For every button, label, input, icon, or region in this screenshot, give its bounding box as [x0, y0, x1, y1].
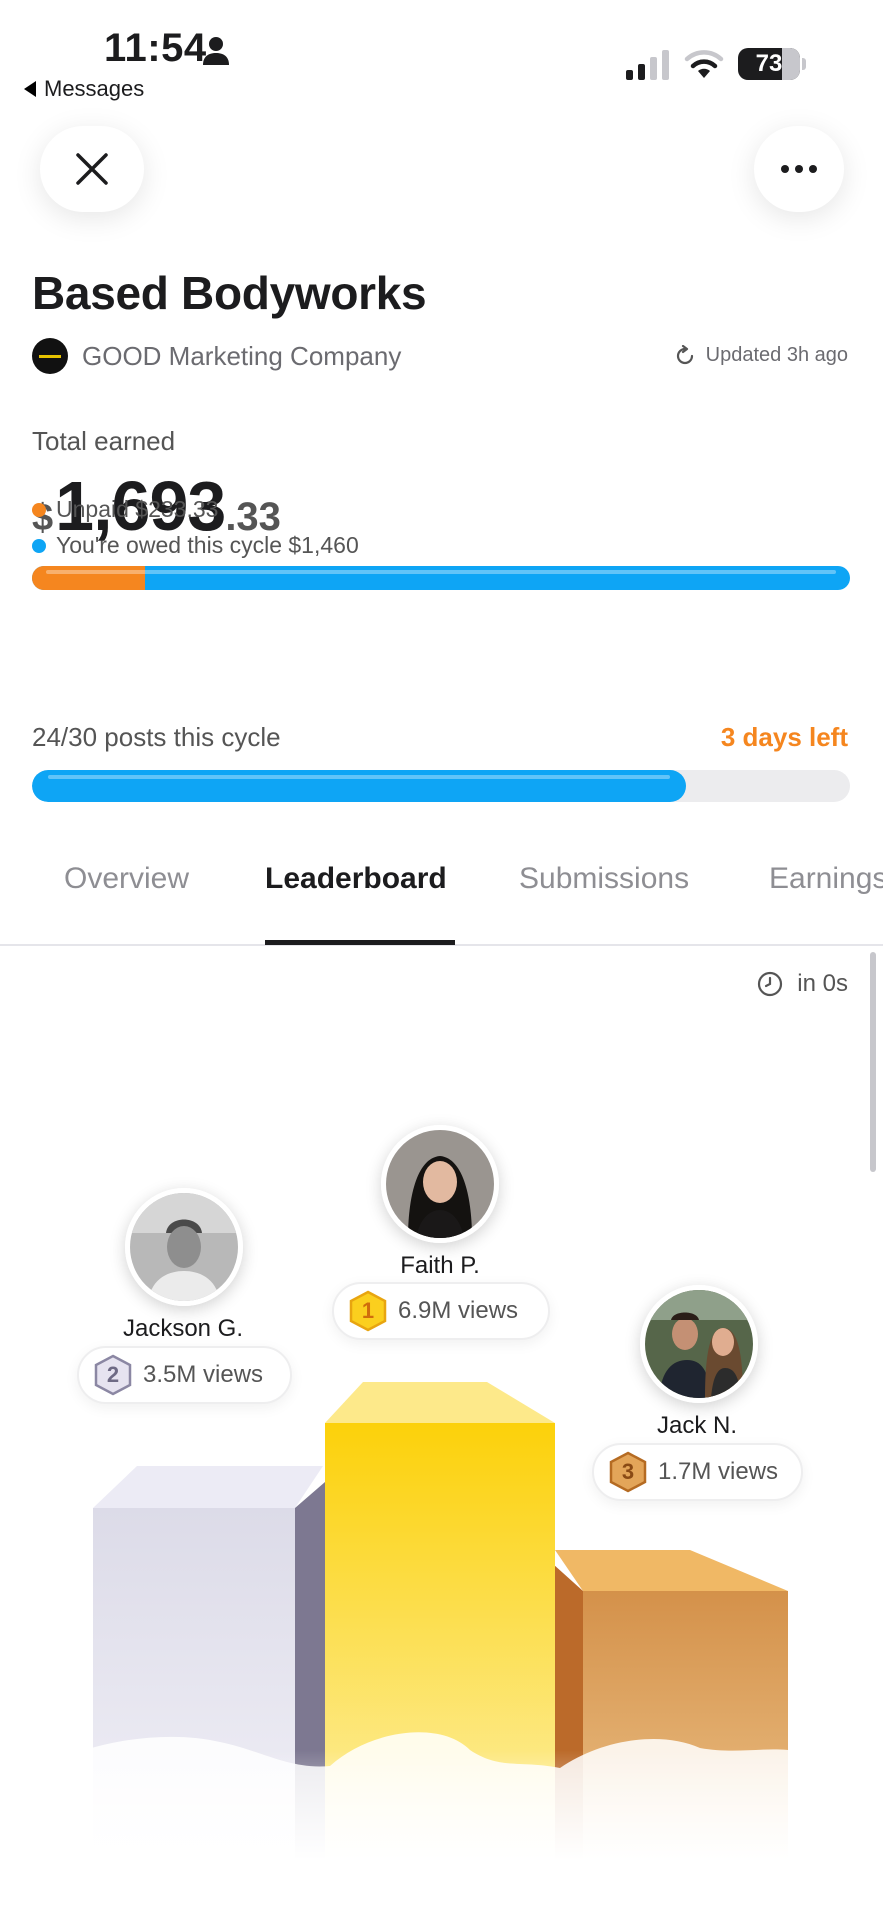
- updated-label: Updated 3h ago: [705, 344, 848, 366]
- earnings-progress-bar: [32, 566, 850, 590]
- avatar-photo: [645, 1290, 753, 1398]
- first-place-rank: 1: [361, 1298, 375, 1323]
- tab-bar: Overview Leaderboard Submissions Earning…: [0, 850, 883, 946]
- posts-progress-bar: [32, 770, 850, 802]
- battery-icon: 73: [738, 48, 800, 80]
- tab-leaderboard[interactable]: Leaderboard: [265, 862, 447, 896]
- second-place-name: Jackson G.: [122, 1315, 244, 1342]
- avatar-photo: [130, 1193, 238, 1301]
- company-row[interactable]: GOOD Marketing Company: [32, 338, 401, 374]
- close-button[interactable]: [40, 126, 144, 212]
- bronze-medal-icon: 3: [608, 1451, 648, 1493]
- avatar-second-place[interactable]: [125, 1188, 243, 1306]
- cellular-signal-icon: [626, 48, 669, 80]
- second-place-views: 3.5M views: [143, 1361, 264, 1388]
- countdown-label: in 0s: [797, 970, 848, 997]
- tab-earnings[interactable]: Earnings: [769, 862, 883, 896]
- scrollbar[interactable]: [870, 952, 876, 1172]
- company-logo: [32, 338, 68, 374]
- more-dot-icon: [795, 165, 803, 173]
- days-left-label: 3 days left: [720, 722, 848, 752]
- status-time: 11:54: [104, 26, 207, 70]
- second-place-views-pill: 2 3.5M views: [77, 1346, 292, 1404]
- unpaid-label: Unpaid $233.33: [56, 496, 219, 522]
- back-to-messages-link[interactable]: Messages: [24, 76, 144, 102]
- silver-medal-icon: 2: [93, 1354, 133, 1396]
- owed-label: You're owed this cycle $1,460: [56, 532, 359, 558]
- third-place-views-pill: 3 1.7M views: [592, 1443, 803, 1501]
- more-dot-icon: [781, 165, 789, 173]
- third-place-views: 1.7M views: [658, 1458, 779, 1485]
- refresh-icon: [676, 344, 693, 364]
- third-place-name: Jack N.: [656, 1412, 737, 1439]
- unpaid-dot-icon: [32, 502, 46, 517]
- back-arrow-icon: [24, 81, 36, 97]
- avatar-third-place[interactable]: [640, 1285, 758, 1403]
- total-earned-label: Total earned: [32, 426, 176, 456]
- battery-level: 73: [755, 50, 783, 77]
- tab-overview[interactable]: Overview: [64, 862, 189, 896]
- active-tab-indicator: [265, 940, 455, 945]
- wifi-icon: [684, 50, 724, 78]
- back-label: Messages: [44, 76, 145, 101]
- first-place-views: 6.9M views: [398, 1297, 519, 1324]
- campaign-title: Based Bodyworks: [32, 267, 427, 319]
- first-place-views-pill: 1 6.9M views: [332, 1282, 550, 1340]
- close-icon: [76, 153, 108, 185]
- person-icon: [203, 37, 229, 65]
- podium-silver-top: [93, 1466, 323, 1508]
- battery-tip: [802, 58, 806, 70]
- owed-dot-icon: [32, 538, 46, 553]
- clock-icon: [758, 971, 783, 997]
- avatar-first-place[interactable]: [381, 1125, 499, 1243]
- gold-medal-icon: 1: [348, 1290, 388, 1332]
- posts-cycle-label: 24/30 posts this cycle: [32, 722, 281, 752]
- unpaid-legend: Unpaid $233.33: [32, 496, 218, 523]
- company-name: GOOD Marketing Company: [82, 340, 402, 371]
- podium-gold-top: [325, 1382, 555, 1423]
- second-place-rank: 2: [106, 1362, 120, 1387]
- updated-status: Updated 3h ago: [674, 344, 848, 367]
- third-place-rank: 3: [621, 1459, 635, 1484]
- owed-legend: You're owed this cycle $1,460: [32, 532, 359, 559]
- podium-bronze-top: [555, 1550, 788, 1591]
- first-place-name: Faith P.: [400, 1252, 480, 1279]
- leaderboard-countdown: in 0s: [757, 970, 848, 998]
- tab-submissions[interactable]: Submissions: [519, 862, 689, 896]
- avatar-photo: [386, 1130, 494, 1238]
- more-dot-icon: [809, 165, 817, 173]
- more-options-button[interactable]: [754, 126, 844, 212]
